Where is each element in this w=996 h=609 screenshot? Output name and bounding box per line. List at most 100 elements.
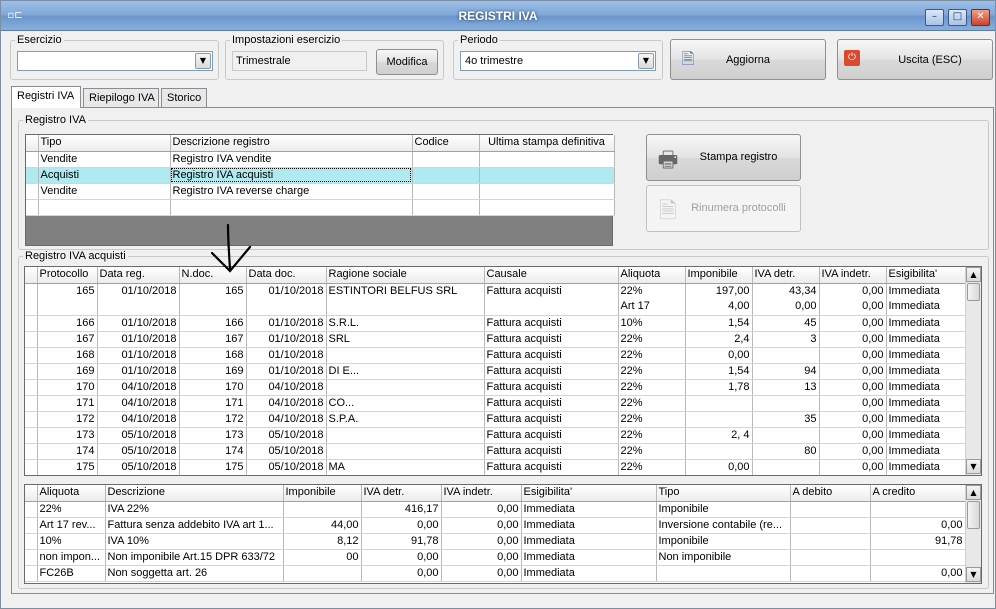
table-row[interactable]: non impon... Non imponibile Art.15 DPR 63… — [25, 549, 966, 566]
cell-protocollo[interactable]: 165 — [37, 283, 98, 316]
cell-a-credito[interactable]: 91,78 — [870, 533, 966, 550]
cell-iva-indetr[interactable]: 0,00 — [819, 283, 887, 299]
cell-descrizione[interactable]: Registro IVA vendite — [170, 151, 413, 168]
cell-ragione-sociale[interactable] — [326, 427, 485, 444]
cell-data-doc[interactable]: 01/10/2018 — [246, 347, 327, 364]
cell-esigibilita[interactable]: Immediata — [521, 565, 657, 582]
cell-aliquota[interactable]: 22% — [37, 501, 106, 518]
cell-imponibile[interactable]: 2,4 — [685, 331, 753, 348]
cell-ragione-sociale[interactable]: S.R.L. — [326, 315, 485, 332]
tab-storico[interactable]: Storico — [161, 88, 207, 108]
cell-iva-detr[interactable]: 35 — [752, 411, 820, 428]
cell-descrizione[interactable]: Registro IVA acquisti — [170, 167, 413, 184]
cell-descrizione[interactable]: IVA 10% — [105, 533, 284, 550]
table-row[interactable]: Vendite Registro IVA vendite — [26, 151, 615, 168]
cell-descrizione[interactable]: IVA 22% — [105, 501, 284, 518]
cell-codice[interactable] — [412, 199, 480, 216]
cell-a-debito[interactable] — [790, 565, 871, 582]
cell-iva-detr[interactable] — [752, 395, 820, 412]
cell-data-reg[interactable]: 01/10/2018 — [97, 363, 180, 380]
aggiorna-button[interactable]: 🗎 Aggiorna — [670, 39, 826, 80]
cell-tipo[interactable] — [656, 565, 791, 582]
cell-causale[interactable]: Fattura acquisti — [484, 347, 619, 364]
cell-protocollo[interactable]: 166 — [37, 315, 98, 332]
periodo-select[interactable]: 4o trimestre ▼ — [460, 51, 656, 71]
cell-imponibile[interactable] — [685, 395, 753, 412]
cell-tipo[interactable]: Imponibile — [656, 533, 791, 550]
riepilogo-scrollbar[interactable]: ▲ ▼ — [965, 485, 981, 583]
cell-imponibile[interactable] — [685, 411, 753, 428]
cell-codice[interactable] — [412, 183, 480, 200]
cell-iva-detr[interactable]: 0,00 — [361, 549, 442, 566]
cell-a-debito[interactable] — [790, 549, 871, 566]
maximize-button[interactable]: □ — [948, 9, 967, 26]
cell-aliquota[interactable]: Art 17 — [618, 299, 686, 316]
cell-ragione-sociale[interactable] — [326, 379, 485, 396]
cell-a-debito[interactable] — [790, 501, 871, 518]
table-row[interactable]: 170 04/10/2018 170 04/10/2018 Fattura acquis… — [25, 379, 966, 396]
cell-codice[interactable] — [412, 151, 480, 168]
column-header[interactable]: Tipo — [38, 135, 171, 152]
cell-data-reg[interactable]: 05/10/2018 — [97, 459, 180, 475]
cell-aliquota[interactable]: 22% — [618, 347, 686, 364]
cell-protocollo[interactable]: 174 — [37, 443, 98, 460]
cell-aliquota[interactable]: 10% — [618, 315, 686, 332]
cell-iva-indetr[interactable]: 0,00 — [819, 299, 887, 316]
cell-esigibilita[interactable]: Immediata — [521, 533, 657, 550]
cell-imponibile[interactable]: 0,00 — [685, 459, 753, 475]
table-row[interactable]: 173 05/10/2018 173 05/10/2018 Fattura acquis… — [25, 427, 966, 444]
cell-imponibile[interactable]: 00 — [283, 549, 362, 566]
cell-iva-detr[interactable]: 91,78 — [361, 533, 442, 550]
cell-causale[interactable]: Fattura acquisti — [484, 443, 619, 460]
cell-aliquota[interactable]: 22% — [618, 395, 686, 412]
modifica-button[interactable]: Modifica — [376, 49, 438, 75]
cell-descrizione[interactable]: Non soggetta art. 26 — [105, 565, 284, 582]
cell-n-doc[interactable]: 166 — [179, 315, 247, 332]
uscita-button[interactable]: ⏻ Uscita (ESC) — [837, 39, 993, 80]
cell-n-doc[interactable]: 165 — [179, 283, 247, 316]
cell-ultima-stampa[interactable] — [479, 167, 615, 184]
cell-iva-detr[interactable]: 0,00 — [361, 565, 442, 582]
cell-causale[interactable]: Fattura acquisti — [484, 363, 619, 380]
cell-data-reg[interactable]: 04/10/2018 — [97, 395, 180, 412]
cell-aliquota[interactable]: 22% — [618, 459, 686, 475]
cell-data-reg[interactable]: 05/10/2018 — [97, 443, 180, 460]
cell-descrizione[interactable] — [170, 199, 413, 216]
cell-aliquota[interactable]: 22% — [618, 283, 686, 299]
cell-causale[interactable]: Fattura acquisti — [484, 331, 619, 348]
cell-aliquota[interactable]: 22% — [618, 411, 686, 428]
cell-iva-detr[interactable]: 45 — [752, 315, 820, 332]
cell-data-doc[interactable]: 01/10/2018 — [246, 315, 327, 332]
cell-imponibile[interactable]: 4,00 — [685, 299, 753, 316]
table-row[interactable]: Art 17 rev... Fattura senza addebito IVA … — [25, 517, 966, 534]
cell-causale[interactable]: Fattura acquisti — [484, 283, 619, 316]
cell-tipo[interactable]: Vendite — [38, 183, 171, 200]
cell-tipo[interactable]: Imponibile — [656, 501, 791, 518]
scroll-thumb[interactable] — [967, 501, 980, 529]
column-header[interactable]: Codice — [412, 135, 480, 152]
cell-imponibile[interactable]: 197,00 — [685, 283, 753, 299]
column-header[interactable]: Imponibile — [283, 485, 362, 502]
cell-data-reg[interactable]: 01/10/2018 — [97, 315, 180, 332]
cell-causale[interactable]: Fattura acquisti — [484, 459, 619, 475]
column-header[interactable]: Esigibilita' — [886, 267, 966, 284]
cell-causale[interactable]: Fattura acquisti — [484, 395, 619, 412]
cell-esigibilita[interactable]: Immediata — [886, 331, 966, 348]
cell-data-doc[interactable]: 05/10/2018 — [246, 443, 327, 460]
cell-a-debito[interactable] — [790, 533, 871, 550]
table-row[interactable]: 165 01/10/2018 165 01/10/2018 ESTINTORI … — [25, 283, 966, 316]
table-row[interactable] — [26, 199, 615, 216]
tab-registri-iva[interactable]: Registri IVA — [11, 86, 81, 108]
cell-n-doc[interactable]: 174 — [179, 443, 247, 460]
cell-iva-detr[interactable] — [752, 459, 820, 475]
cell-a-credito[interactable] — [870, 549, 966, 566]
cell-data-doc[interactable]: 04/10/2018 — [246, 395, 327, 412]
table-row[interactable]: 169 01/10/2018 169 01/10/2018 DI E... Fattura… — [25, 363, 966, 380]
cell-n-doc[interactable]: 168 — [179, 347, 247, 364]
cell-esigibilita[interactable]: Immediata — [521, 549, 657, 566]
cell-ragione-sociale[interactable]: SRL — [326, 331, 485, 348]
cell-iva-indetr[interactable]: 0,00 — [441, 533, 522, 550]
cell-data-reg[interactable]: 04/10/2018 — [97, 411, 180, 428]
scroll-down-icon[interactable]: ▼ — [966, 459, 981, 474]
cell-esigibilita[interactable]: Immediata — [886, 315, 966, 332]
